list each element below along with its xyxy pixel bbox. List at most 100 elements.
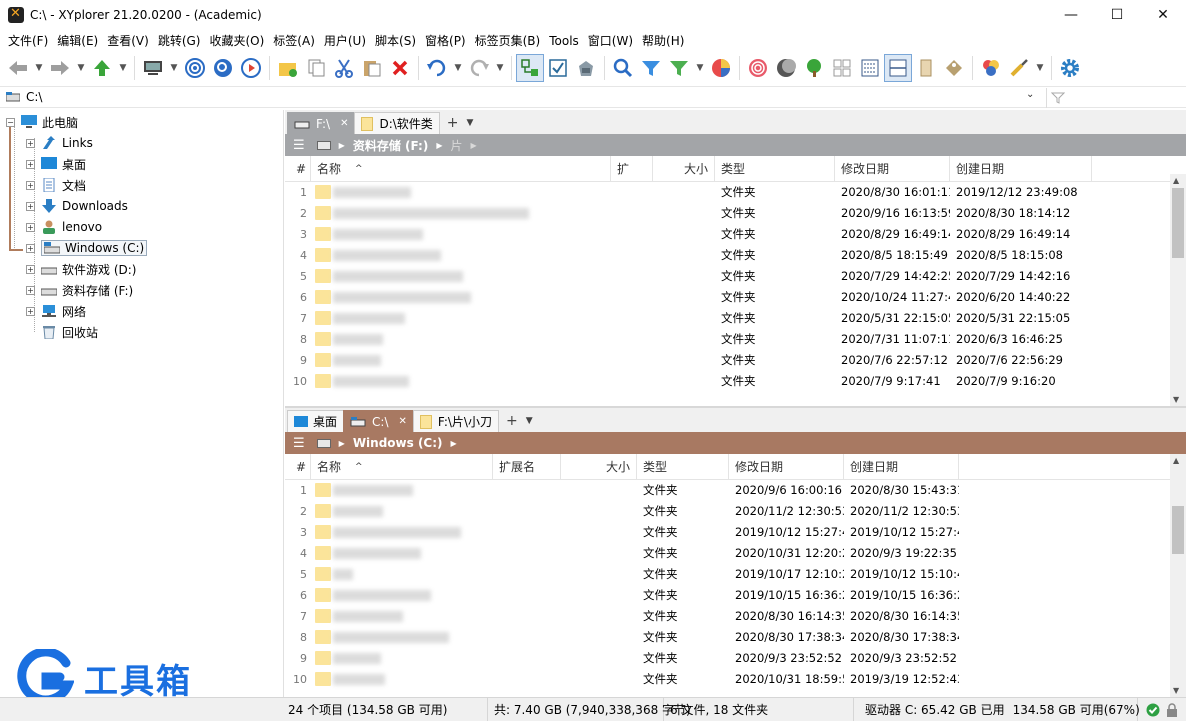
expand-icon[interactable]: + xyxy=(26,285,35,295)
up-icon[interactable] xyxy=(88,54,116,82)
minimize-button[interactable]: — xyxy=(1048,0,1094,30)
menu-user[interactable]: 用户(U) xyxy=(320,30,370,52)
tab-c-drive[interactable]: C:\ ✕ xyxy=(343,410,414,432)
table-row[interactable]: 8 文件夹 2020/8/30 17:38:34 2020/8/30 17:38:34 xyxy=(285,627,1170,648)
table-row[interactable]: 4 文件夹 2020/8/5 18:15:49 2020/8/5 18:15:08 xyxy=(285,245,1170,266)
table-row[interactable]: 6 文件夹 2020/10/24 11:27:47 2020/6/20 14:40:2… xyxy=(285,287,1170,308)
paste-icon[interactable] xyxy=(358,54,386,82)
file-name-cell[interactable] xyxy=(311,585,493,606)
column-extension[interactable]: 扩展名 xyxy=(493,453,561,480)
delete-icon[interactable] xyxy=(386,54,414,82)
add-tab-icon[interactable]: + xyxy=(506,410,518,432)
undo-icon[interactable] xyxy=(423,54,451,82)
tree-item-links[interactable]: + Links xyxy=(26,133,93,153)
menu-tools[interactable]: Tools xyxy=(545,30,583,52)
tree-item-desktop[interactable]: + 桌面 xyxy=(26,154,86,174)
file-name-cell[interactable] xyxy=(311,648,493,669)
filter-dropdown-icon[interactable]: ▼ xyxy=(693,54,707,82)
expand-icon[interactable]: + xyxy=(26,306,35,316)
color-chart-icon[interactable] xyxy=(707,54,735,82)
table-row[interactable]: 5 文件夹 2020/7/29 14:42:25 2020/7/29 14:42:16 xyxy=(285,266,1170,287)
color-palette-icon[interactable] xyxy=(977,54,1005,82)
close-tab-icon[interactable]: ✕ xyxy=(398,416,406,427)
close-button[interactable]: ✕ xyxy=(1140,0,1186,30)
horizontal-split-icon[interactable] xyxy=(884,54,912,82)
tag-icon[interactable] xyxy=(940,54,968,82)
maximize-button[interactable]: ☐ xyxy=(1094,0,1140,30)
menu-tags[interactable]: 标签(A) xyxy=(269,30,319,52)
spiral-icon[interactable] xyxy=(744,54,772,82)
file-name-cell[interactable] xyxy=(311,627,493,648)
column-modified[interactable]: 修改日期 xyxy=(729,453,844,480)
tab-f-drive[interactable]: F:\ ✕ xyxy=(287,112,356,134)
menu-view[interactable]: 查看(V) xyxy=(103,30,153,52)
scroll-up-icon[interactable]: ▲ xyxy=(1173,456,1179,465)
search-icon[interactable] xyxy=(609,54,637,82)
tree-item-documents[interactable]: + 文档 xyxy=(26,175,86,195)
table-row[interactable]: 10 文件夹 2020/7/9 9:17:41 2020/7/9 9:16:20 xyxy=(285,371,1170,392)
file-name-cell[interactable] xyxy=(311,371,611,392)
cut-icon[interactable] xyxy=(330,54,358,82)
add-tab-icon[interactable]: + xyxy=(447,112,459,134)
menu-panes[interactable]: 窗格(P) xyxy=(421,30,470,52)
computer-icon[interactable] xyxy=(139,54,167,82)
gear-icon[interactable] xyxy=(1056,54,1084,82)
column-size[interactable]: 大小 xyxy=(561,453,637,480)
tree-item-this-pc[interactable]: − 此电脑 xyxy=(6,112,78,132)
file-name-cell[interactable] xyxy=(311,245,611,266)
expand-icon[interactable]: + xyxy=(26,222,35,232)
lock-icon[interactable] xyxy=(1166,702,1178,717)
brush-icon[interactable] xyxy=(1005,54,1033,82)
visual-filter-icon[interactable] xyxy=(665,54,693,82)
bottom-vertical-scrollbar[interactable]: ▲ ▼ xyxy=(1170,454,1186,697)
table-row[interactable]: 8 文件夹 2020/7/31 11:07:11 2020/6/3 16:46:25 xyxy=(285,329,1170,350)
check-circle-icon[interactable] xyxy=(1146,703,1160,717)
expand-icon[interactable]: + xyxy=(26,138,35,148)
computer-dropdown-icon[interactable]: ▼ xyxy=(167,54,181,82)
column-extension[interactable]: 扩 xyxy=(611,155,653,182)
breadcrumb-drive-f[interactable]: 资料存储 (F:) xyxy=(353,137,429,154)
menu-tabsets[interactable]: 标签页集(B) xyxy=(471,30,545,52)
chevron-right-icon[interactable]: ▶ xyxy=(339,439,345,448)
hamburger-icon[interactable]: ☰ xyxy=(293,436,305,451)
tree-item-drive-f[interactable]: + 资料存储 (F:) xyxy=(26,280,133,300)
table-row[interactable]: 7 文件夹 2020/8/30 16:14:35 2020/8/30 16:14:35 xyxy=(285,606,1170,627)
breadcrumb-folder[interactable]: 片 xyxy=(450,137,462,154)
chevron-right-icon[interactable]: ▶ xyxy=(451,439,457,448)
expand-icon[interactable]: + xyxy=(26,264,35,274)
table-row[interactable]: 3 文件夹 2020/8/29 16:49:14 2020/8/29 16:49:14 xyxy=(285,224,1170,245)
tab-menu-icon[interactable]: ▼ xyxy=(467,112,474,134)
tree-item-downloads[interactable]: + Downloads xyxy=(26,196,128,216)
column-size[interactable]: 大小 xyxy=(653,155,715,182)
tab-desktop[interactable]: 桌面 xyxy=(287,410,345,432)
file-name-cell[interactable] xyxy=(311,182,611,203)
filter-icon[interactable] xyxy=(637,54,665,82)
forward-history-icon[interactable]: ▼ xyxy=(74,54,88,82)
table-row[interactable]: 7 文件夹 2020/5/31 22:15:05 2020/5/31 22:15:05 xyxy=(285,308,1170,329)
column-number[interactable]: # xyxy=(285,453,311,480)
tab-menu-icon[interactable]: ▼ xyxy=(526,410,533,432)
grid-view-icon[interactable] xyxy=(828,54,856,82)
tree-item-lenovo[interactable]: + lenovo xyxy=(26,217,102,237)
file-name-cell[interactable] xyxy=(311,224,611,245)
forward-icon[interactable] xyxy=(46,54,74,82)
dual-pane-icon[interactable] xyxy=(516,54,544,82)
preview-pane-icon[interactable] xyxy=(912,54,940,82)
table-row[interactable]: 9 文件夹 2020/9/3 23:52:52 2020/9/3 23:52:52 xyxy=(285,648,1170,669)
column-created[interactable]: 创建日期 xyxy=(844,453,959,480)
menu-edit[interactable]: 编辑(E) xyxy=(53,30,102,52)
file-name-cell[interactable] xyxy=(311,543,493,564)
xyplorer-app-icon[interactable] xyxy=(8,6,24,23)
scroll-down-icon[interactable]: ▼ xyxy=(1173,395,1179,404)
hamburger-icon[interactable]: ☰ xyxy=(293,138,305,153)
target-icon[interactable] xyxy=(181,54,209,82)
live-filter-box[interactable] xyxy=(1046,88,1186,108)
address-input[interactable]: C:\ xyxy=(26,90,42,104)
file-name-cell[interactable] xyxy=(311,329,611,350)
column-name[interactable]: 名称 ^ xyxy=(311,453,493,480)
table-row[interactable]: 10 文件夹 2020/10/31 18:59:50 2019/3/19 12:52:… xyxy=(285,669,1170,690)
chevron-right-icon[interactable]: ▶ xyxy=(470,141,476,150)
copy-icon[interactable] xyxy=(302,54,330,82)
back-icon[interactable] xyxy=(4,54,32,82)
column-modified[interactable]: 修改日期 xyxy=(835,155,950,182)
